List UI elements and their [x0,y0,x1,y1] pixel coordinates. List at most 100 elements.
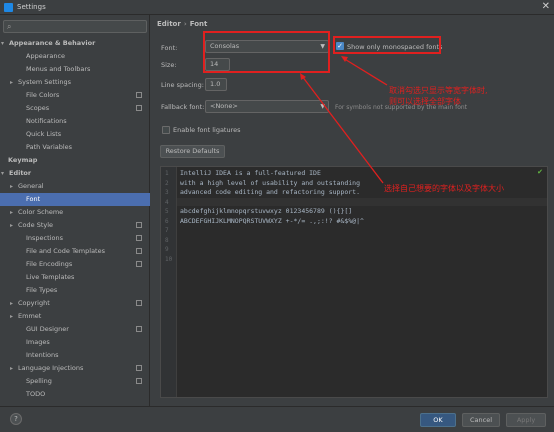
fallback-combo[interactable]: <None> ▼ [205,100,329,113]
sidebar-item-label: General [18,182,44,190]
sidebar-item[interactable]: ▸ Language Injections [0,362,150,375]
project-scope-icon [136,378,142,384]
fallback-value: <None> [210,102,238,110]
sidebar-item[interactable]: Live Templates [0,271,150,284]
sidebar-item[interactable]: ▸ Color Scheme [0,206,150,219]
window-title: Settings [17,3,46,11]
line-number: 5 [165,208,169,215]
chevron-right-icon[interactable]: ▸ [10,310,13,323]
apply-button[interactable]: Apply [506,413,546,427]
settings-tree: ▾ Appearance & Behavior Appearance Menus an… [0,37,150,401]
line-number: 1 [165,170,169,177]
chevron-right-icon[interactable]: ▸ [10,297,13,310]
preview-line: with a high level of usability and outst… [180,178,361,187]
annotation-box-font-size [203,31,330,73]
chevron-right-icon[interactable]: ▸ [10,180,13,193]
sidebar-item-label: TODO [26,390,46,398]
cancel-button[interactable]: Cancel [462,413,500,427]
line-number: 10 [165,255,173,263]
sidebar-item-label: Notifications [26,117,67,125]
sidebar-item-label: Language Injections [18,364,84,372]
line-number: 8 [165,236,169,244]
close-icon[interactable]: ✕ [542,1,550,12]
sidebar-item-label: Keymap [8,156,38,164]
sidebar-item[interactable]: ▾ Editor [0,167,150,180]
sidebar-item[interactable]: Images [0,336,150,349]
sidebar-item[interactable]: ▸ Code Style [0,219,150,232]
sidebar-item-label: Emmet [18,312,42,320]
sidebar-item-label: System Settings [18,78,71,86]
preview-line: abcdefghijklmnopqrstuvwxyz 0123456789 ()… [180,207,353,215]
chevron-right-icon[interactable]: ▸ [10,362,13,375]
chevron-down-icon: ▼ [320,103,325,110]
ligatures-label: Enable font ligatures [173,126,241,134]
sidebar-item[interactable]: ▸ Emmet [0,310,150,323]
sidebar-item[interactable]: ▸ System Settings [0,76,150,89]
line-number: 4 [165,198,169,206]
chevron-down-icon[interactable]: ▾ [1,37,4,50]
sidebar-item[interactable]: Spelling [0,375,150,388]
font-label: Font: [161,44,178,52]
line-gutter: 1 2 3 4 5 6 7 8 9 10 [161,167,177,397]
sidebar-item[interactable]: File Types [0,284,150,297]
sidebar-item-label: Inspections [26,234,63,242]
restore-defaults-button[interactable]: Restore Defaults [160,145,225,158]
sidebar-item[interactable]: ▸ Copyright [0,297,150,310]
sidebar-item[interactable]: Menus and Toolbars [0,63,150,76]
sidebar-item[interactable]: GUI Designer [0,323,150,336]
project-scope-icon [136,261,142,267]
sidebar-item[interactable]: TODO [0,388,150,401]
sidebar-item-label: File Types [26,286,58,294]
ligatures-checkbox[interactable] [162,126,170,134]
sidebar-item-label: Font [26,195,41,203]
sidebar-item-label: Quick Lists [26,130,62,138]
sidebar-item[interactable]: ▸ General [0,180,150,193]
sidebar-item-label: Scopes [26,104,50,112]
settings-sidebar: ⌕ ▾ Appearance & Behavior Appearance Menus … [0,15,150,406]
sidebar-item-label: Appearance [26,52,66,60]
sidebar-item-label: Spelling [26,377,52,385]
sidebar-item[interactable]: Appearance [0,50,150,63]
font-settings-panel: Editor › Font Font: Consolas ▼ ✓ Show only… [151,15,554,406]
sidebar-item[interactable]: File Encodings [0,258,150,271]
sidebar-item[interactable]: Font [0,193,150,206]
chevron-right-icon[interactable]: ▸ [10,219,13,232]
sidebar-item[interactable]: Path Variables [0,141,150,154]
font-preview-editor[interactable]: 1 2 3 4 5 6 7 8 9 10 IntelliJ IDEA is a full-feat… [160,166,548,398]
sidebar-item[interactable]: Intentions [0,349,150,362]
breadcrumb: Editor › Font [157,20,207,28]
preview-line: IntelliJ IDEA is a full-featured IDE [180,169,321,177]
sidebar-item[interactable]: Inspections [0,232,150,245]
search-input[interactable]: ⌕ [3,20,147,33]
annotation-note-font-size: 选择自己想要的字体以及字体大小 [384,184,504,193]
dialog-footer: ? OK Cancel Apply [0,406,554,432]
line-number: 2 [165,179,169,187]
sidebar-item[interactable]: File Colors [0,89,150,102]
sidebar-item[interactable]: ▾ Appearance & Behavior [0,37,150,50]
search-icon: ⌕ [7,22,12,31]
sidebar-item-label: Code Style [18,221,54,229]
line-spacing-field[interactable]: 1.0 [205,78,227,91]
project-scope-icon [136,248,142,254]
sidebar-item[interactable]: File and Code Templates [0,245,150,258]
sidebar-item-label: GUI Designer [26,325,69,333]
ok-button[interactable]: OK [420,413,456,427]
breadcrumb-parent[interactable]: Editor [157,20,181,28]
preview-line: advanced code editing and refactoring su… [180,188,361,196]
breadcrumb-separator: › [183,20,187,28]
sidebar-item[interactable]: Scopes [0,102,150,115]
line-spacing-label: Line spacing: [161,81,204,89]
sidebar-item[interactable]: Quick Lists [0,128,150,141]
project-scope-icon [136,92,142,98]
chevron-right-icon[interactable]: ▸ [10,206,13,219]
sidebar-item[interactable]: Keymap [0,154,150,167]
line-number: 3 [165,189,169,196]
intellij-icon [4,3,13,12]
chevron-right-icon[interactable]: ▸ [10,76,13,89]
chevron-down-icon[interactable]: ▾ [1,167,4,180]
line-number: 6 [165,217,169,225]
sidebar-item[interactable]: Notifications [0,115,150,128]
sidebar-item-label: Intentions [26,351,59,359]
help-button[interactable]: ? [10,413,22,425]
fallback-label: Fallback font: [161,103,205,111]
